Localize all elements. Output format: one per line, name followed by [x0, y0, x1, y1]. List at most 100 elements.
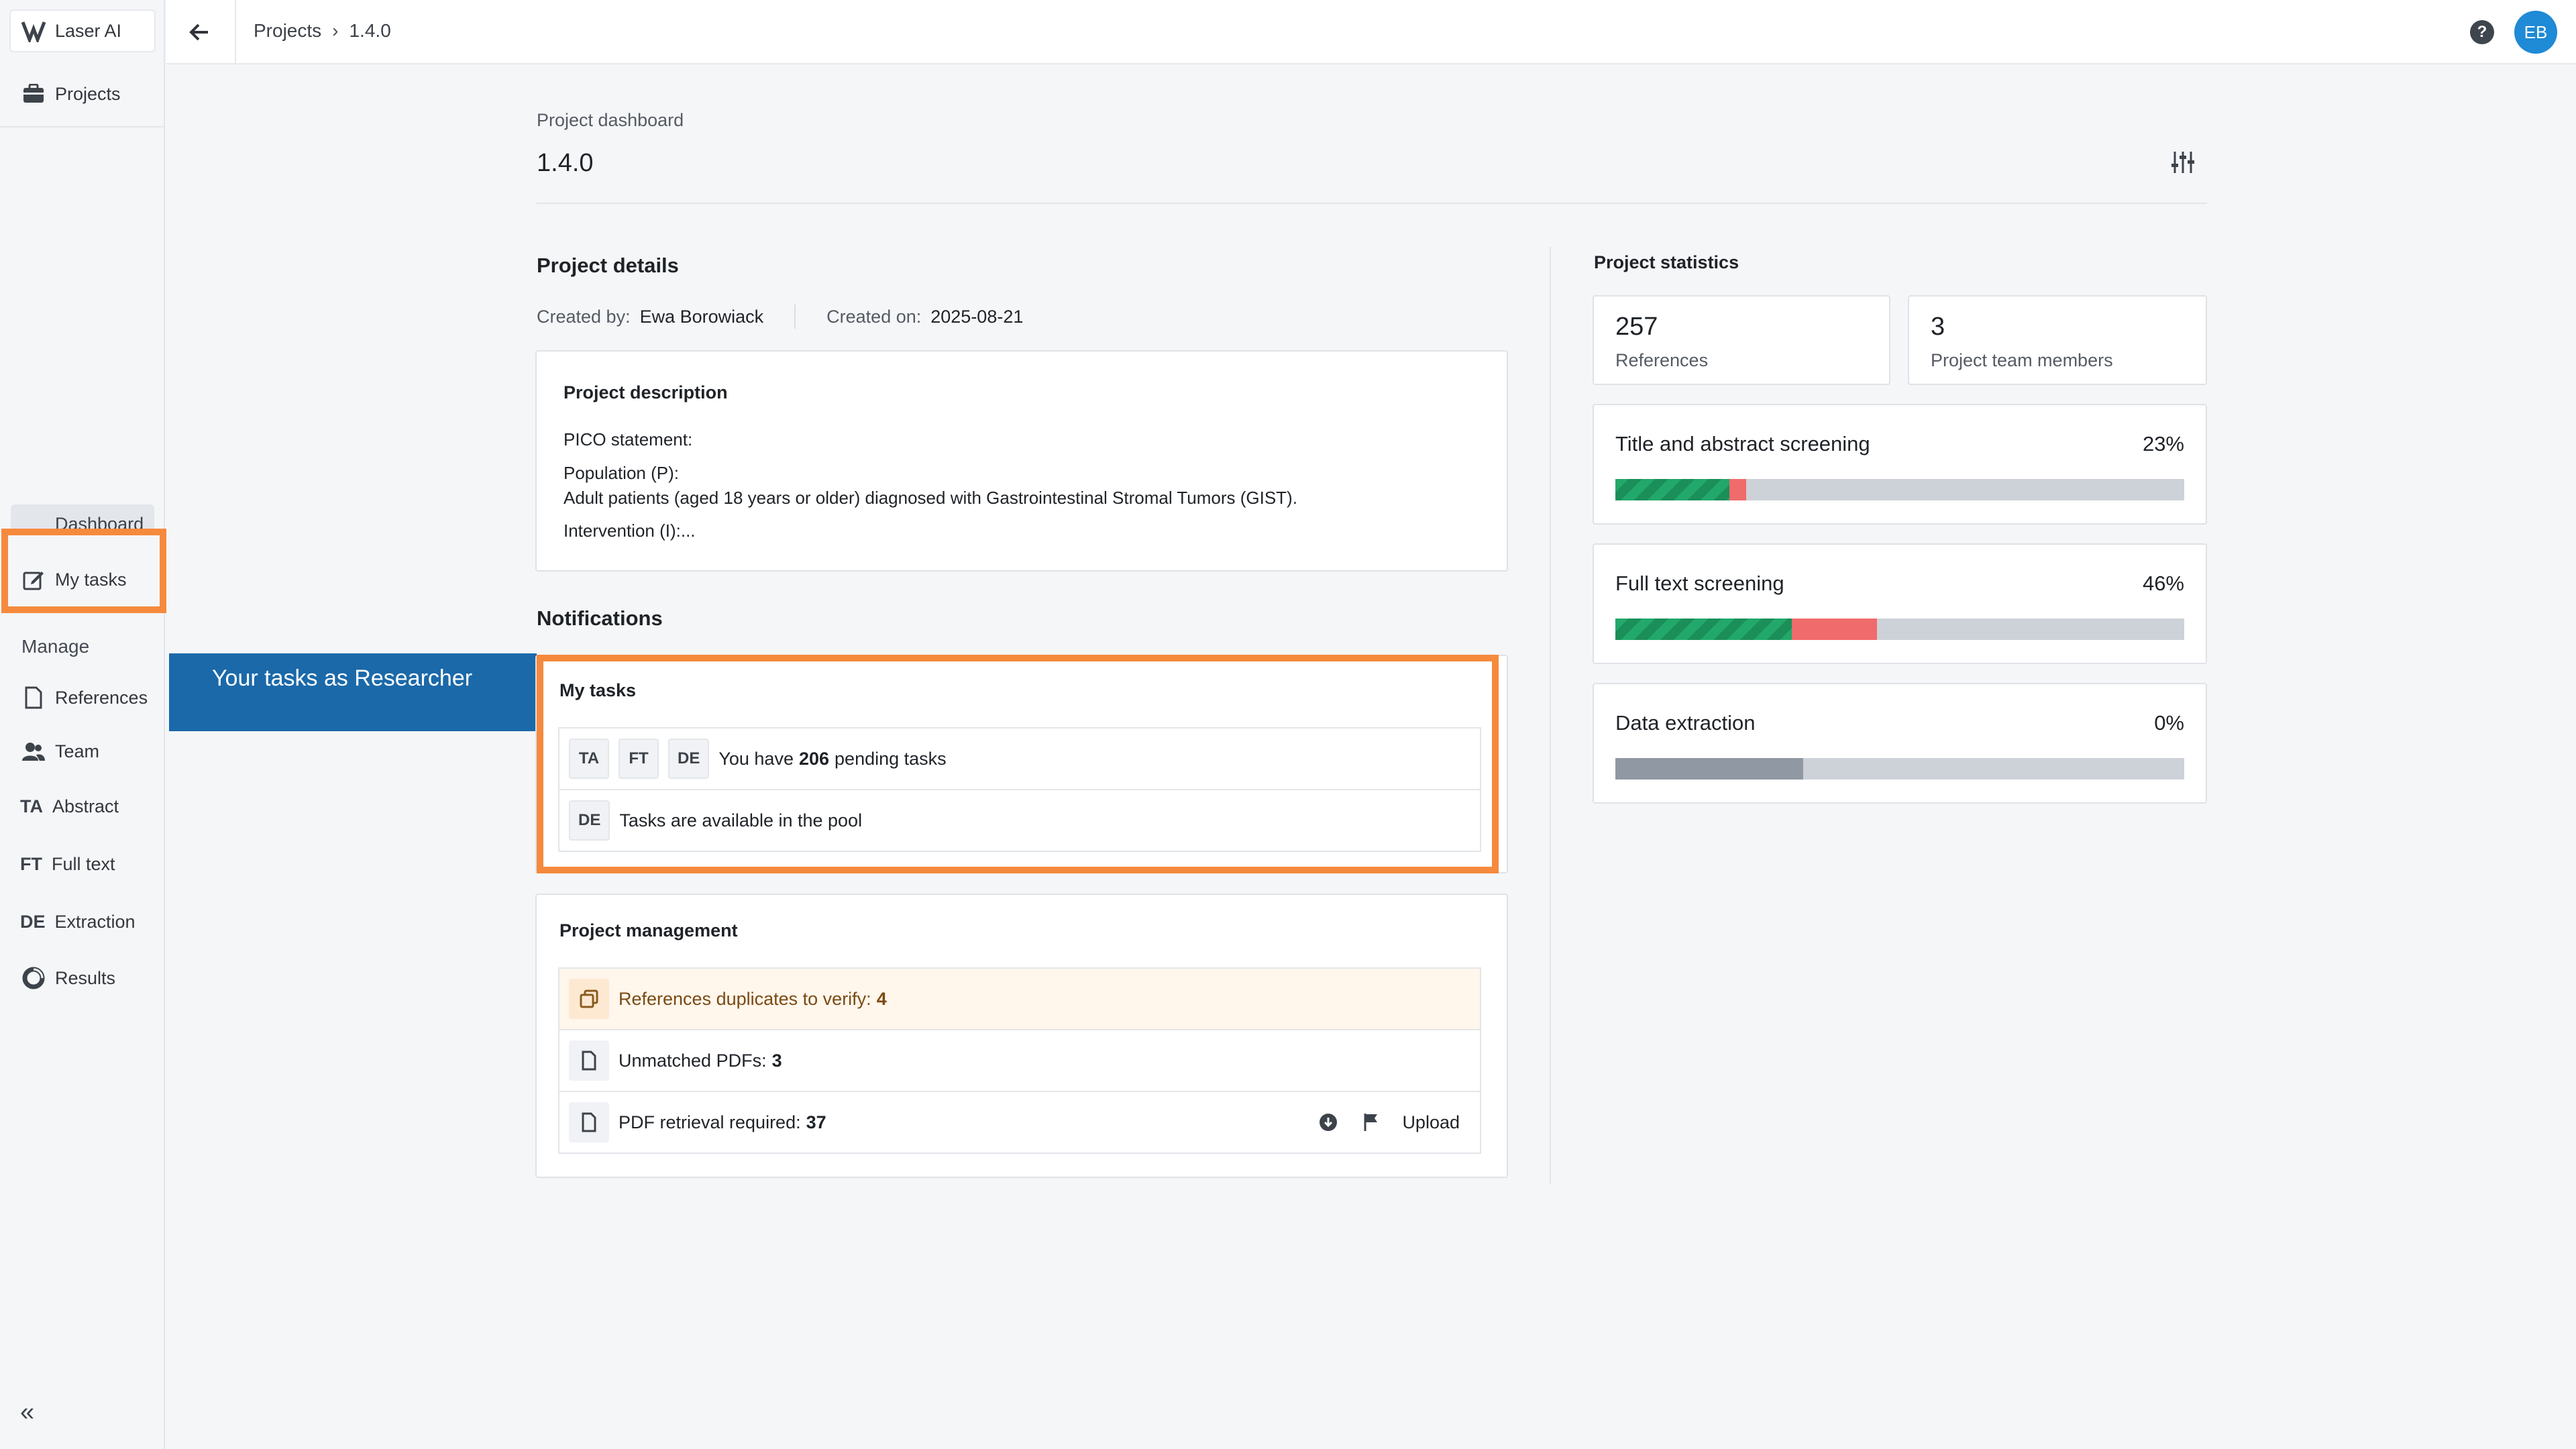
- pdf-retrieval-row[interactable]: PDF retrieval required: 37 Upload: [558, 1091, 1481, 1154]
- breadcrumb-current: 1.4.0: [349, 20, 391, 41]
- progress-card: Full text screening 46%: [1593, 543, 2207, 664]
- sidebar-item-label: References: [55, 687, 148, 708]
- results-icon: [20, 966, 47, 990]
- created-by-label: Created by:: [537, 306, 631, 327]
- top-bar: Projects › 1.4.0 ? EB: [166, 0, 2576, 64]
- project-description-title: Project description: [564, 382, 728, 402]
- description-line: Intervention (I):...: [564, 521, 696, 541]
- sidebar-item-label: Extraction: [54, 911, 136, 932]
- project-management-card: Project management References duplicates…: [535, 894, 1508, 1178]
- back-arrow-icon[interactable]: [185, 17, 215, 47]
- description-line: Population (P):: [564, 463, 679, 483]
- avatar[interactable]: EB: [2514, 11, 2557, 54]
- unmatched-pdfs-row[interactable]: Unmatched PDFs: 3: [558, 1029, 1481, 1092]
- abstract-icon: TA: [20, 796, 43, 816]
- full-text-icon: FT: [20, 853, 42, 874]
- progress-name: Data extraction: [1615, 711, 1756, 735]
- sidebar-item-label: My tasks: [55, 569, 127, 590]
- retrieval-actions: Upload: [1297, 1110, 1480, 1134]
- progress-percent: 0%: [2154, 711, 2184, 735]
- app-logo[interactable]: Laser AI: [9, 9, 156, 52]
- unmatched-label: Unmatched PDFs:: [619, 1050, 767, 1071]
- settings-sliders-icon[interactable]: [2169, 149, 2196, 176]
- sidebar-item-label: Projects: [55, 83, 121, 104]
- breadcrumb-projects[interactable]: Projects: [254, 20, 321, 42]
- page-subtitle: Project dashboard: [537, 110, 684, 130]
- chevron-right-icon: ›: [332, 20, 339, 41]
- project-description-card: Project description PICO statement: Popu…: [535, 350, 1508, 572]
- created-on-value: 2025-08-21: [930, 306, 1024, 327]
- sidebar-item-label: Team: [55, 741, 100, 761]
- sidebar-divider: [0, 126, 165, 127]
- progress-name: Full text screening: [1615, 572, 1784, 595]
- meta-divider: [794, 305, 796, 329]
- my-tasks-highlight: [537, 655, 1499, 873]
- team-icon: [20, 739, 47, 763]
- extraction-icon: DE: [20, 911, 46, 932]
- project-statistics-title: Project statistics: [1594, 252, 1739, 272]
- progress-card: Data extraction 0%: [1593, 683, 2207, 804]
- edit-icon: [20, 568, 47, 592]
- duplicate-icon: [569, 979, 609, 1019]
- briefcase-icon: [20, 82, 47, 106]
- team-label: Project team members: [1931, 350, 2113, 370]
- progress-included-segment: [1615, 479, 1729, 500]
- project-meta: Created by: Ewa Borowiack Created on: 20…: [537, 305, 1023, 329]
- progress-bar: [1615, 758, 2184, 780]
- sidebar-item-results[interactable]: Results: [20, 962, 115, 994]
- document-icon: [20, 686, 47, 710]
- progress-other-segment: [1615, 758, 1803, 780]
- upload-button[interactable]: Upload: [1402, 1112, 1460, 1133]
- created-on-label: Created on:: [826, 306, 922, 327]
- project-management-title: Project management: [559, 920, 738, 941]
- laser-ai-logo-icon: [20, 19, 47, 43]
- progress-name: Title and abstract screening: [1615, 432, 1870, 455]
- references-label: References: [1615, 350, 1709, 370]
- collapse-sidebar-icon[interactable]: «: [20, 1398, 34, 1427]
- progress-card: Title and abstract screening 23%: [1593, 404, 2207, 525]
- description-line: PICO statement:: [564, 429, 693, 449]
- help-icon[interactable]: ?: [2470, 20, 2494, 44]
- progress-excluded-segment: [1791, 619, 1878, 640]
- document-icon: [569, 1040, 609, 1081]
- progress-percent: 23%: [2142, 432, 2184, 455]
- retrieval-count: 37: [806, 1112, 826, 1132]
- app-name: Laser AI: [55, 20, 122, 41]
- description-line: Adult patients (aged 18 years or older) …: [564, 488, 1297, 508]
- sidebar-item-references[interactable]: References: [20, 682, 148, 714]
- team-stat: 3 Project team members: [1908, 295, 2207, 385]
- progress-included-segment: [1615, 619, 1792, 640]
- sidebar-item-full-text[interactable]: FT Full text: [20, 848, 115, 880]
- notifications-title: Notifications: [537, 606, 663, 630]
- duplicates-count: 4: [876, 988, 887, 1009]
- sidebar: Laser AI Projects Dashboard My tasks Man…: [0, 0, 166, 1449]
- retrieval-label: PDF retrieval required:: [619, 1112, 801, 1132]
- progress-bar: [1615, 619, 2184, 640]
- sidebar-item-extraction[interactable]: DE Extraction: [20, 906, 136, 938]
- duplicates-label: References duplicates to verify:: [619, 988, 871, 1009]
- sidebar-item-label: Abstract: [52, 796, 119, 816]
- sidebar-item-projects[interactable]: Projects: [20, 78, 121, 110]
- duplicates-row[interactable]: References duplicates to verify: 4: [558, 967, 1481, 1030]
- unmatched-count: 3: [771, 1050, 782, 1071]
- sidebar-item-label: Results: [55, 967, 116, 988]
- created-by-value: Ewa Borowiack: [639, 306, 764, 327]
- progress-excluded-segment: [1729, 479, 1747, 500]
- team-count: 3: [1931, 313, 1945, 341]
- sidebar-item-abstract[interactable]: TA Abstract: [20, 790, 119, 822]
- manage-heading: Manage: [21, 636, 90, 657]
- role-tooltip: Your tasks as Researcher: [169, 653, 537, 731]
- page-title: 1.4.0: [537, 149, 594, 177]
- download-icon[interactable]: [1316, 1110, 1340, 1134]
- sidebar-item-team[interactable]: Team: [20, 735, 99, 767]
- project-details-title: Project details: [537, 254, 679, 277]
- topbar-divider: [235, 0, 236, 64]
- references-stat: 257 References: [1593, 295, 1890, 385]
- sidebar-item-label: Full text: [52, 853, 115, 874]
- flag-icon[interactable]: [1359, 1110, 1383, 1134]
- progress-bar: [1615, 479, 2184, 500]
- breadcrumb: Projects › 1.4.0: [254, 20, 391, 42]
- column-divider: [1550, 247, 1551, 1183]
- sidebar-item-my-tasks[interactable]: My tasks: [20, 564, 127, 596]
- progress-percent: 46%: [2142, 572, 2184, 595]
